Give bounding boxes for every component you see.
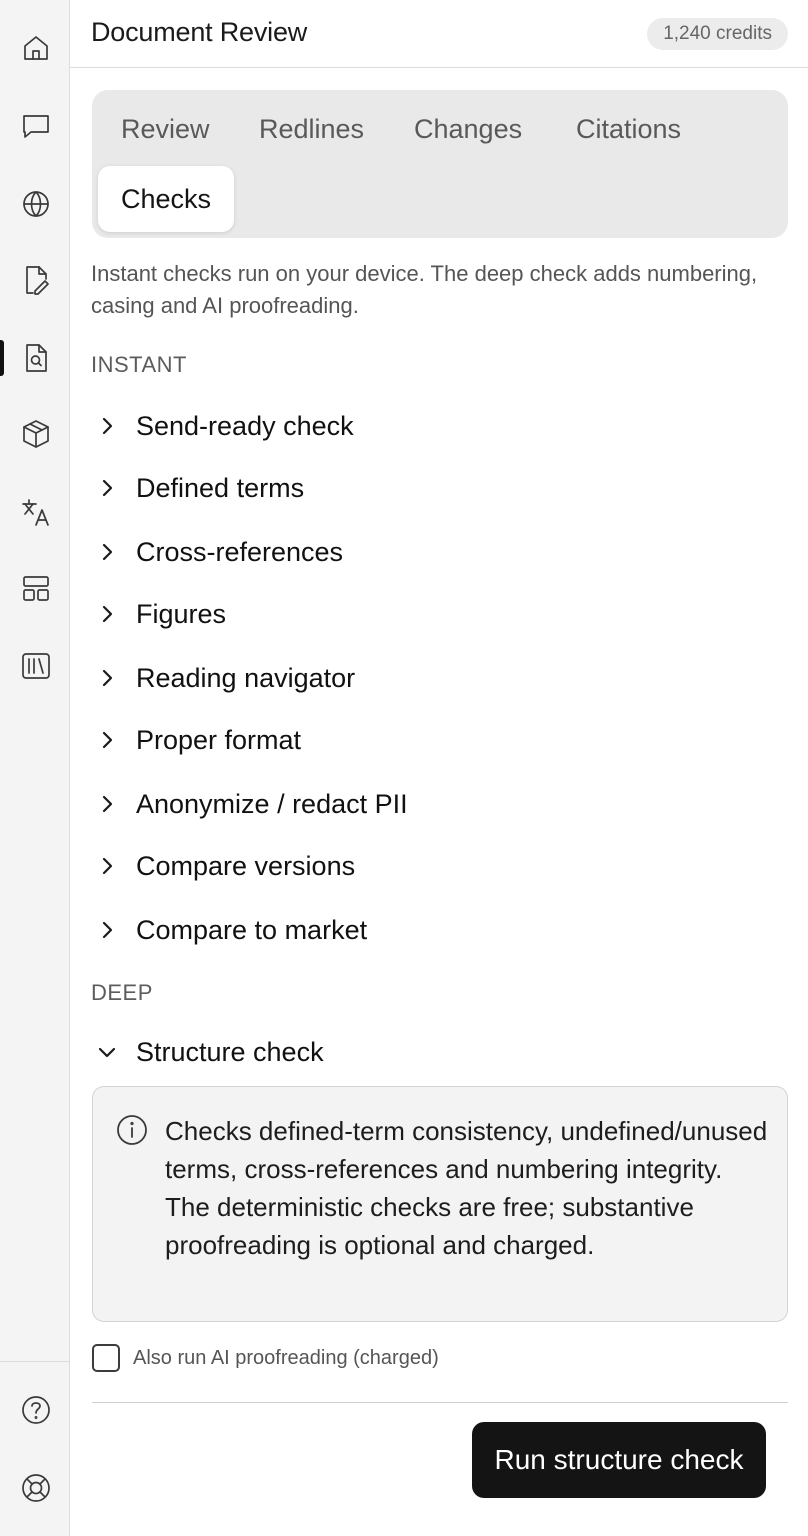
rail-search-file-button[interactable] xyxy=(14,336,58,380)
left-rail xyxy=(0,0,70,1536)
rail-layout-button[interactable] xyxy=(14,566,58,610)
check-item-send-ready[interactable]: Send-ready check xyxy=(92,400,772,452)
chevron-right-icon xyxy=(91,598,123,630)
info-icon xyxy=(115,1113,149,1147)
check-item-label: Figures xyxy=(136,598,227,629)
edit-file-icon xyxy=(26,266,49,295)
rail-help-button[interactable] xyxy=(14,1388,58,1432)
tab-redlines[interactable]: Redlines xyxy=(236,96,387,162)
credits-badge: 1,240 credits xyxy=(647,18,788,50)
chevron-down-icon xyxy=(91,1036,123,1068)
library-icon xyxy=(22,653,50,679)
check-item-label: Anonymize / redact PII xyxy=(136,788,408,819)
check-item-defined-terms[interactable]: Defined terms xyxy=(92,462,772,514)
globe-icon xyxy=(23,191,49,217)
check-item-anonymize[interactable]: Anonymize / redact PII xyxy=(92,778,772,830)
rail-translate-button[interactable] xyxy=(14,490,58,534)
check-item-label: Send-ready check xyxy=(136,410,354,441)
ai-proofreading-label: Also run AI proofreading (charged) xyxy=(133,1346,439,1369)
search-file-icon xyxy=(26,344,47,372)
cube-icon xyxy=(23,420,49,448)
check-item-reading-navigator[interactable]: Reading navigator xyxy=(92,652,772,704)
chevron-right-icon xyxy=(91,410,123,442)
chevron-right-icon xyxy=(91,788,123,820)
check-item-cross-references[interactable]: Cross-references xyxy=(92,526,772,578)
ai-proofreading-option[interactable]: Also run AI proofreading (charged) xyxy=(92,1343,439,1373)
check-item-label: Compare versions xyxy=(136,850,356,881)
layout-icon xyxy=(23,576,49,601)
rail-divider xyxy=(0,1361,70,1362)
rail-chat-button[interactable] xyxy=(14,104,58,148)
chevron-right-icon xyxy=(91,724,123,756)
translate-icon xyxy=(22,499,49,526)
check-item-structure-check[interactable]: Structure check xyxy=(92,1026,772,1078)
check-item-label: Structure check xyxy=(136,1036,324,1067)
chevron-right-icon xyxy=(91,536,123,568)
tab-checks[interactable]: Checks xyxy=(98,166,235,232)
structure-check-info-box: Checks defined-term consistency, undefin… xyxy=(92,1086,788,1322)
rail-support-button[interactable] xyxy=(14,1466,58,1510)
check-item-figures[interactable]: Figures xyxy=(92,588,772,640)
tab-changes[interactable]: Changes xyxy=(391,96,545,162)
check-item-label: Cross-references xyxy=(136,536,344,567)
lifebuoy-icon xyxy=(22,1474,50,1502)
tab-citations[interactable]: Citations xyxy=(553,96,704,162)
checks-description: Instant checks run on your device. The d… xyxy=(91,261,758,318)
check-item-compare-to-market[interactable]: Compare to market xyxy=(92,904,772,956)
tab-review[interactable]: Review xyxy=(98,96,233,162)
rail-globe-button[interactable] xyxy=(14,182,58,226)
chevron-right-icon xyxy=(91,914,123,946)
chat-icon xyxy=(23,115,49,138)
check-item-label: Reading navigator xyxy=(136,662,356,693)
rail-edit-file-button[interactable] xyxy=(14,258,58,302)
check-item-label: Defined terms xyxy=(136,472,305,503)
chevron-right-icon xyxy=(91,662,123,694)
rail-cube-button[interactable] xyxy=(14,412,58,456)
help-icon xyxy=(22,1396,50,1424)
chevron-right-icon xyxy=(91,850,123,882)
check-item-label: Proper format xyxy=(136,724,302,755)
check-item-proper-format[interactable]: Proper format xyxy=(92,714,772,766)
footer-divider xyxy=(92,1402,788,1403)
rail-library-button[interactable] xyxy=(14,644,58,688)
home-icon xyxy=(24,36,48,60)
rail-active-indicator xyxy=(0,340,4,376)
section-label-deep: DEEP xyxy=(91,980,153,1005)
run-structure-check-button[interactable]: Run structure check xyxy=(472,1422,766,1498)
ai-proofreading-checkbox[interactable] xyxy=(92,1344,120,1372)
header: Document Review 1,240 credits xyxy=(70,0,808,68)
structure-check-info-text: Checks defined-term consistency, undefin… xyxy=(165,1116,768,1260)
rail-home-button[interactable] xyxy=(14,26,58,70)
page-title: Document Review xyxy=(91,17,308,47)
check-item-label: Compare to market xyxy=(136,914,368,945)
section-label-instant: INSTANT xyxy=(91,352,187,377)
check-item-compare-versions[interactable]: Compare versions xyxy=(92,840,772,892)
chevron-right-icon xyxy=(91,472,123,504)
tab-bar: Review Redlines Changes Citations Checks xyxy=(92,90,788,238)
